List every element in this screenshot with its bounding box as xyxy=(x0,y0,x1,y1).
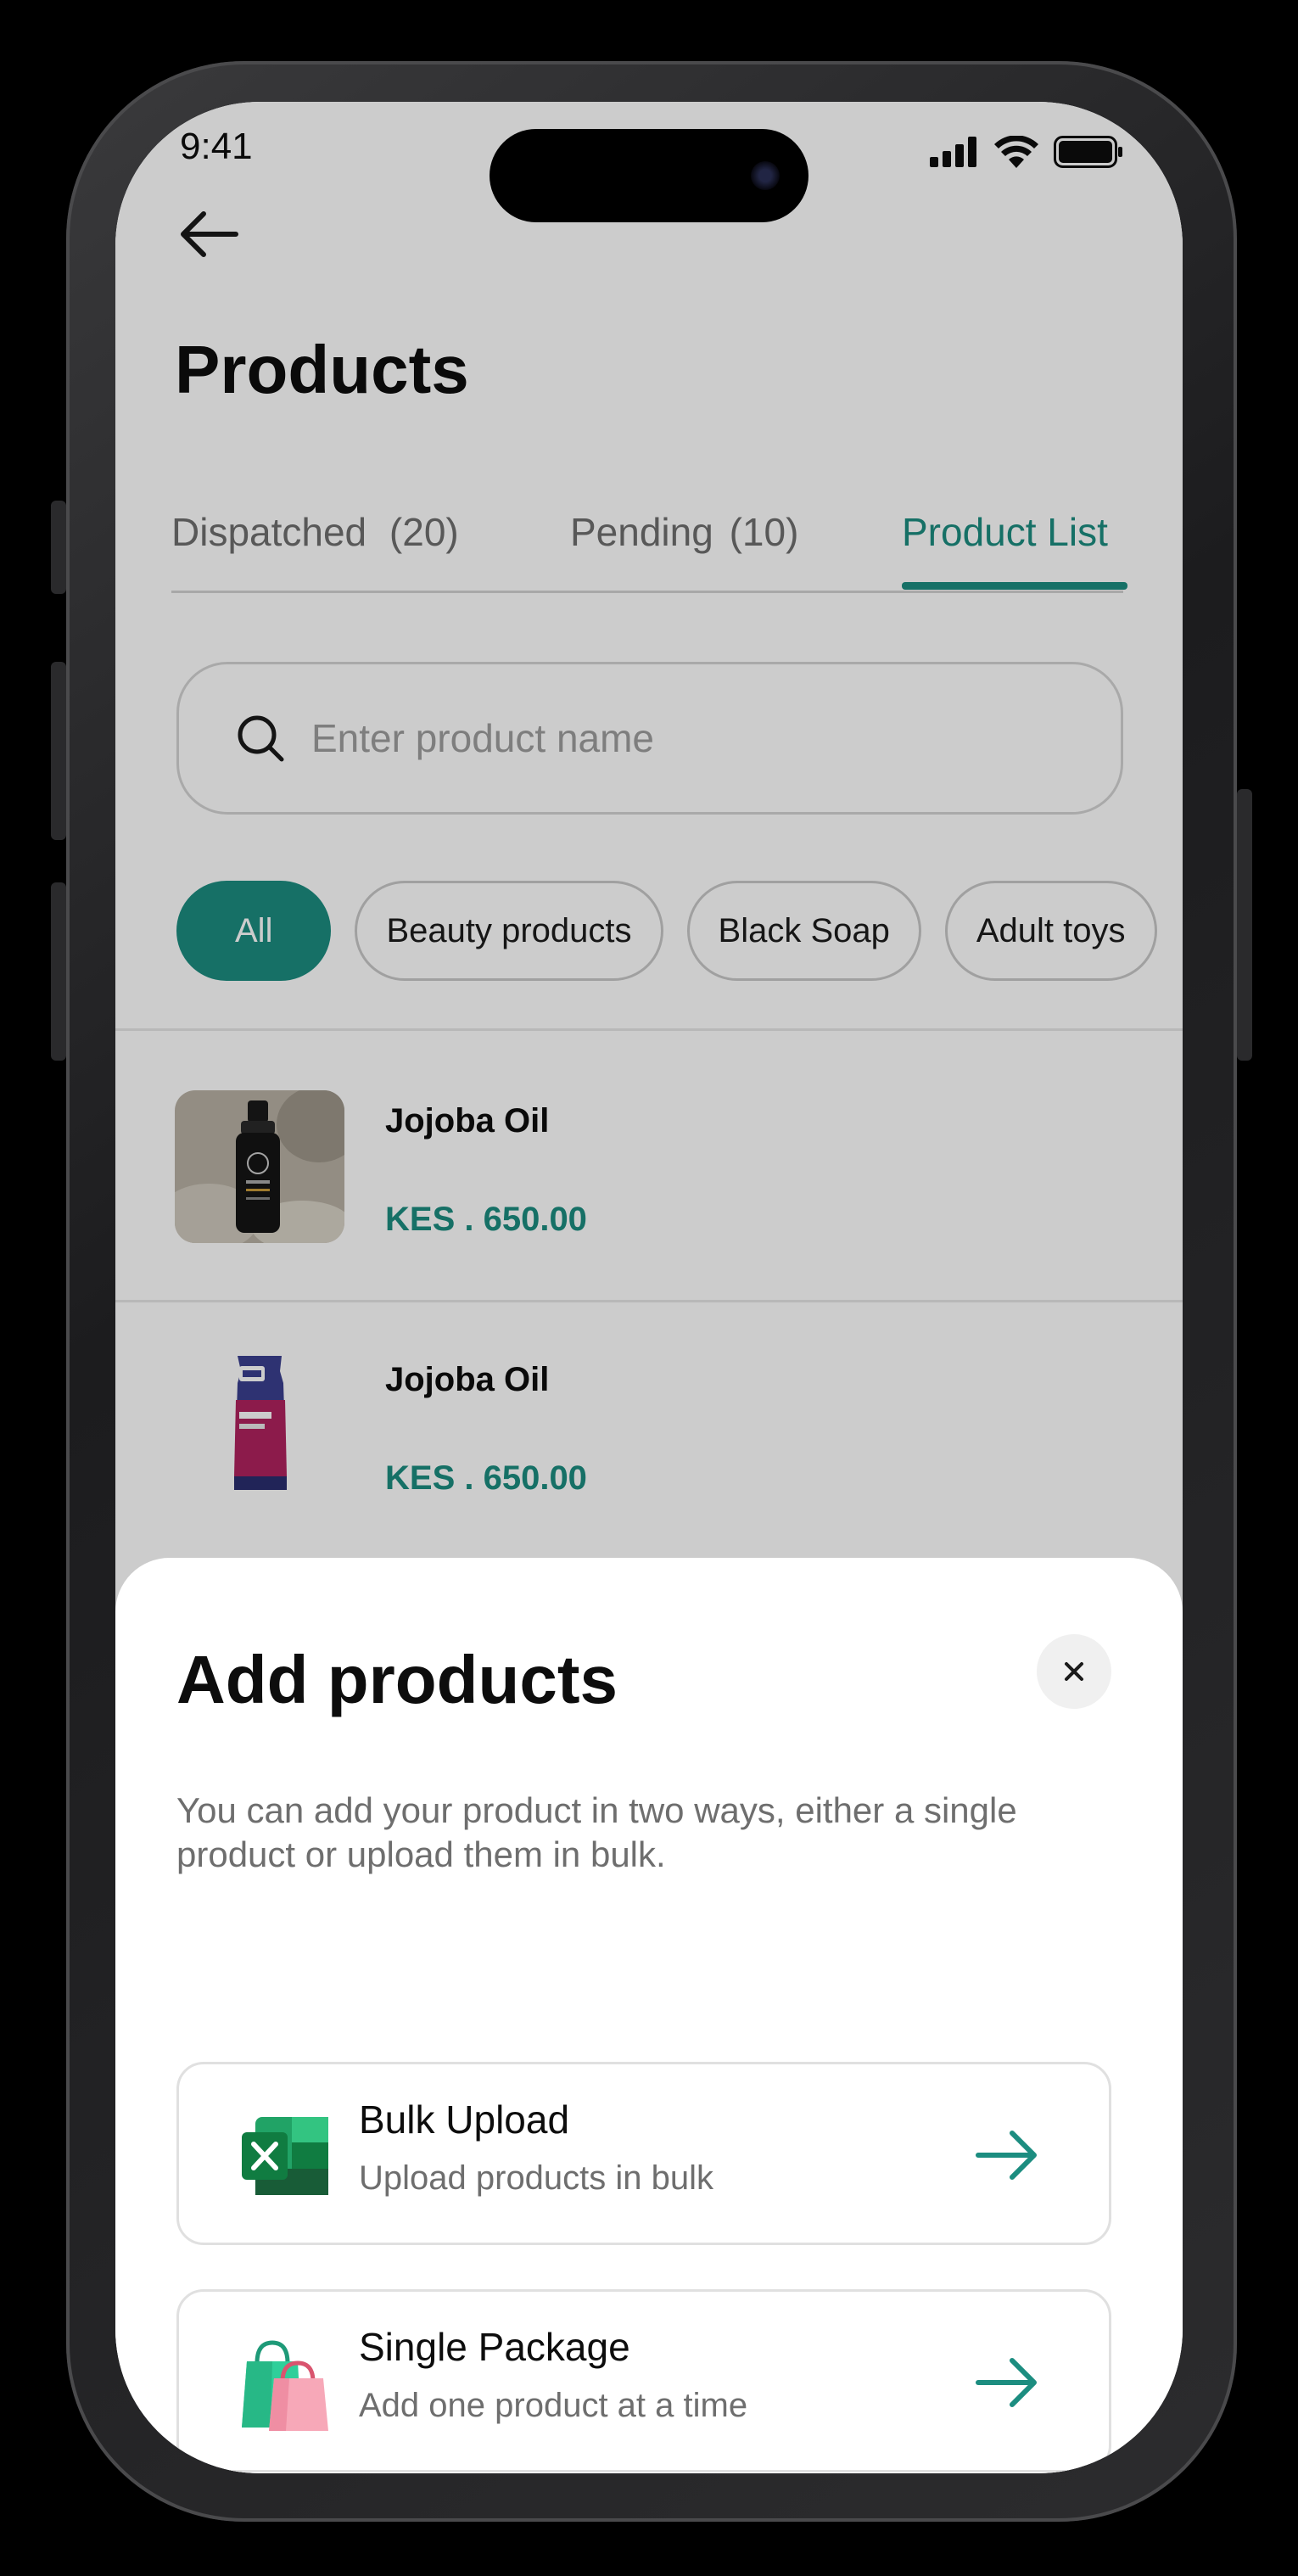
arrow-right-icon xyxy=(976,2131,1037,2180)
option-subtitle: Add one product at a time xyxy=(359,2387,748,2424)
sheet-title: Add products xyxy=(176,1642,618,1717)
sheet-description: You can add your product in two ways, ei… xyxy=(176,1790,1017,1874)
modal-backdrop[interactable] xyxy=(115,102,1183,1629)
phone-power-button xyxy=(1237,789,1252,1061)
screen: 9:41 Products Dispatched (20) Pending (1… xyxy=(115,102,1183,2473)
products-page: 9:41 Products Dispatched (20) Pending (1… xyxy=(115,102,1183,1629)
option-title: Bulk Upload xyxy=(359,2097,570,2142)
shopping-bags-icon xyxy=(242,2340,328,2431)
phone-volume-down-button xyxy=(51,882,66,1061)
phone-volume-up-button xyxy=(51,662,66,840)
option-title: Single Package xyxy=(359,2325,630,2369)
option-subtitle: Upload products in bulk xyxy=(359,2159,714,2197)
arrow-right-icon xyxy=(976,2358,1037,2407)
close-button[interactable] xyxy=(1037,1634,1111,1709)
add-products-sheet: Add products You can add your product in… xyxy=(115,1558,1183,2473)
single-package-option[interactable]: Single Package Add one product at a time xyxy=(176,2289,1111,2472)
excel-icon xyxy=(242,2117,328,2195)
bulk-upload-option[interactable]: Bulk Upload Upload products in bulk xyxy=(176,2062,1111,2245)
close-icon xyxy=(1065,1662,1083,1681)
phone-action-button xyxy=(51,501,66,594)
